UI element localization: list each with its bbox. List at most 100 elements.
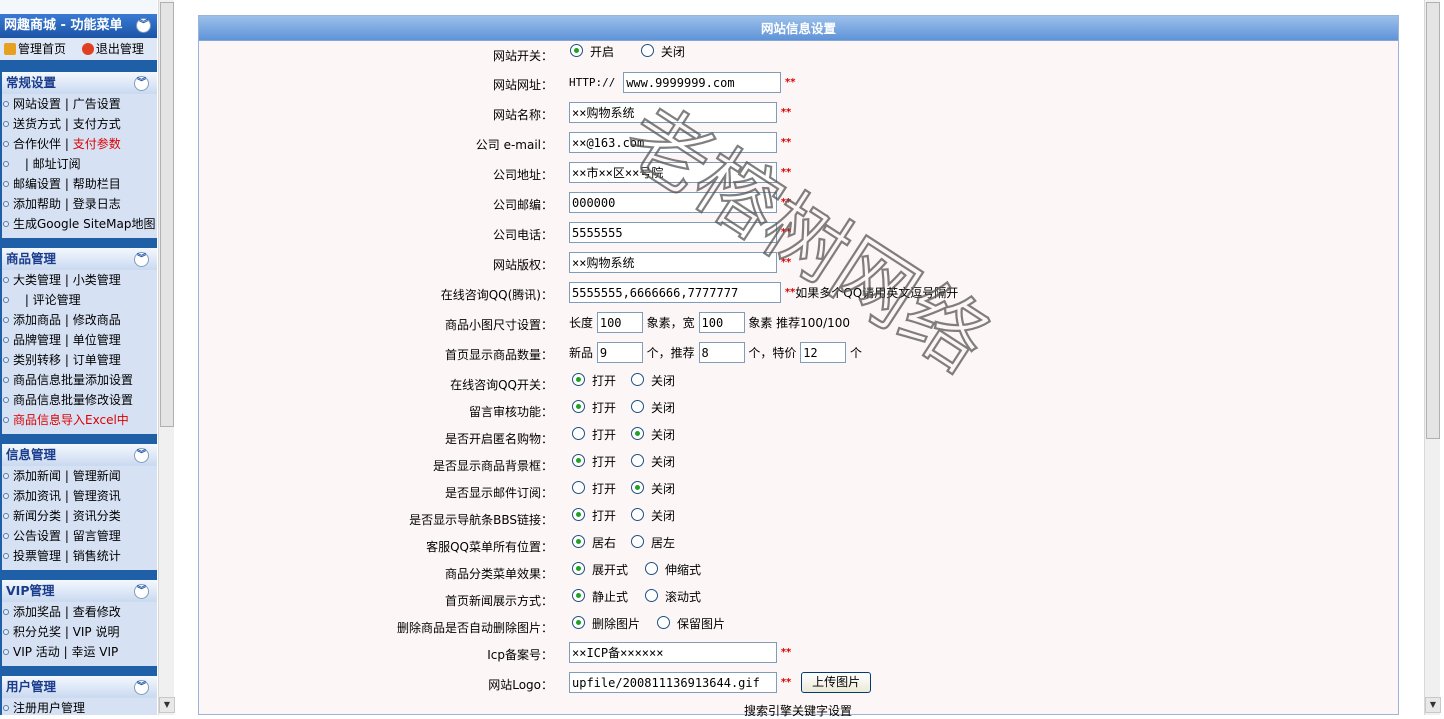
- site-switch-off-radio[interactable]: [640, 44, 654, 57]
- recommend-count-input[interactable]: [698, 342, 745, 363]
- collapse-icon[interactable]: ︾: [134, 76, 149, 91]
- logo-input[interactable]: [569, 672, 777, 693]
- section-header[interactable]: 商品管理 ︾: [2, 248, 157, 270]
- collapse-icon[interactable]: ︾: [136, 18, 151, 33]
- address-input[interactable]: [569, 162, 777, 183]
- new-count-input[interactable]: [596, 342, 643, 363]
- menu-item-link[interactable]: 添加帮助: [13, 197, 61, 211]
- option-2-radio[interactable]: [631, 400, 645, 413]
- scroll-down-icon[interactable]: ▼: [159, 697, 175, 713]
- option-2-radio[interactable]: [631, 427, 645, 440]
- menu-item-link[interactable]: 评论管理: [33, 293, 81, 307]
- menu-item-link[interactable]: 邮址订阅: [33, 157, 81, 171]
- menu-item-link[interactable]: 管理资讯: [73, 489, 121, 503]
- section-header[interactable]: 信息管理 ︾: [2, 444, 157, 466]
- menu-item-link[interactable]: 查看修改: [73, 605, 121, 619]
- option-1-radio[interactable]: [572, 535, 585, 548]
- menu-item-link[interactable]: 积分兑奖: [13, 625, 61, 639]
- main-scrollbar[interactable]: ▼: [1424, 0, 1441, 715]
- copyright-input[interactable]: [569, 252, 777, 273]
- option-2-radio[interactable]: [645, 562, 659, 575]
- menu-separator: |: [61, 197, 73, 211]
- section-header[interactable]: VIP管理 ︾: [2, 580, 157, 602]
- menu-item-link[interactable]: 幸运 VIP: [71, 645, 118, 659]
- email-input[interactable]: [569, 132, 777, 153]
- option-1-radio[interactable]: [572, 454, 585, 467]
- menu-item-link[interactable]: VIP 说明: [73, 625, 120, 639]
- collapse-icon[interactable]: ︾: [134, 448, 149, 463]
- menu-item-link[interactable]: 网站设置: [13, 97, 61, 111]
- menu-item-link[interactable]: 大类管理: [13, 273, 61, 287]
- left-scroll-thumb[interactable]: [160, 2, 174, 427]
- menu-item-link[interactable]: 添加商品: [13, 313, 61, 327]
- menu-item-link[interactable]: 商品信息导入Excel中: [13, 413, 129, 427]
- menu-item-link[interactable]: 商品信息批量修改设置: [13, 393, 133, 407]
- menu-item-link[interactable]: 销售统计: [73, 549, 121, 563]
- option-1-radio[interactable]: [572, 562, 585, 575]
- thumb-width-input[interactable]: [698, 312, 745, 333]
- menu-item-link[interactable]: 支付方式: [73, 117, 121, 131]
- zip-input[interactable]: [569, 192, 777, 213]
- option-2-radio[interactable]: [631, 481, 645, 494]
- menu-item-link[interactable]: 资讯分类: [73, 509, 121, 523]
- option-2-radio[interactable]: [631, 508, 645, 521]
- qq-input[interactable]: [569, 282, 781, 303]
- special-count-input[interactable]: [800, 342, 847, 363]
- menu-item-link[interactable]: 添加资讯: [13, 489, 61, 503]
- phone-input[interactable]: [569, 222, 777, 243]
- menu-item-link[interactable]: 类别转移: [13, 353, 61, 367]
- option-2-radio[interactable]: [631, 373, 645, 386]
- menu-item-link[interactable]: 公告设置: [13, 529, 61, 543]
- thumb-length-input[interactable]: [596, 312, 643, 333]
- option-2-radio[interactable]: [631, 454, 645, 467]
- menu-item-link[interactable]: 添加新闻: [13, 469, 61, 483]
- menu-item-link[interactable]: 小类管理: [73, 273, 121, 287]
- option-2-radio[interactable]: [645, 589, 659, 602]
- menu-item-link[interactable]: 投票管理: [13, 549, 61, 563]
- collapse-icon[interactable]: ︾: [134, 584, 149, 599]
- qq-label: 在线咨询QQ(腾讯)：: [440, 288, 553, 302]
- menu-item-link[interactable]: 生成Google SiteMap地图: [13, 217, 156, 231]
- menu-item-link[interactable]: 帮助栏目: [73, 177, 121, 191]
- menu-item-link[interactable]: 留言管理: [73, 529, 121, 543]
- menu-item-link[interactable]: 广告设置: [73, 97, 121, 111]
- menu-item-link[interactable]: 添加奖品: [13, 605, 61, 619]
- menu-item-link[interactable]: 支付参数: [73, 137, 121, 151]
- collapse-icon[interactable]: ︾: [134, 680, 149, 695]
- site-switch-on-radio[interactable]: [570, 44, 583, 57]
- option-1-radio[interactable]: [572, 427, 585, 440]
- option-1-radio[interactable]: [572, 481, 585, 494]
- menu-item-link[interactable]: 邮编设置: [13, 177, 61, 191]
- left-scrollbar[interactable]: ▼: [158, 0, 175, 715]
- menu-item-link[interactable]: 合作伙伴: [13, 137, 61, 151]
- option-1-radio[interactable]: [572, 508, 585, 521]
- menu-item-link[interactable]: 订单管理: [73, 353, 121, 367]
- menu-item-link[interactable]: 品牌管理: [13, 333, 61, 347]
- upload-image-button[interactable]: 上传图片: [801, 672, 872, 693]
- logout-link[interactable]: 退出管理: [81, 42, 144, 56]
- option-1-radio[interactable]: [572, 589, 585, 602]
- icp-input[interactable]: [569, 642, 777, 663]
- main-scroll-thumb[interactable]: [1426, 2, 1440, 439]
- section-header[interactable]: 常规设置 ︾: [2, 72, 157, 94]
- menu-item-link[interactable]: 修改商品: [73, 313, 121, 327]
- menu-item-link[interactable]: VIP 活动: [13, 645, 60, 659]
- option-2-radio[interactable]: [631, 535, 645, 548]
- home-link[interactable]: 管理首页: [4, 42, 70, 56]
- collapse-icon[interactable]: ︾: [134, 252, 149, 267]
- site-url-input[interactable]: [623, 72, 782, 93]
- option-1-radio[interactable]: [572, 373, 585, 386]
- menu-item-link[interactable]: 送货方式: [13, 117, 61, 131]
- menu-item-link[interactable]: 新闻分类: [13, 509, 61, 523]
- menu-item-link[interactable]: 管理新闻: [73, 469, 121, 483]
- option-1-radio[interactable]: [572, 616, 585, 629]
- option-1-radio[interactable]: [572, 400, 585, 413]
- menu-item-link[interactable]: 单位管理: [73, 333, 121, 347]
- scroll-down-icon[interactable]: ▼: [1425, 697, 1441, 713]
- site-name-input[interactable]: [569, 102, 777, 123]
- menu-item-link[interactable]: 登录日志: [73, 197, 121, 211]
- option-2-radio[interactable]: [657, 616, 671, 629]
- section-header[interactable]: 用户管理 ︾: [2, 676, 157, 698]
- menu-item-link[interactable]: 注册用户管理: [13, 701, 85, 715]
- menu-item-link[interactable]: 商品信息批量添加设置: [13, 373, 133, 387]
